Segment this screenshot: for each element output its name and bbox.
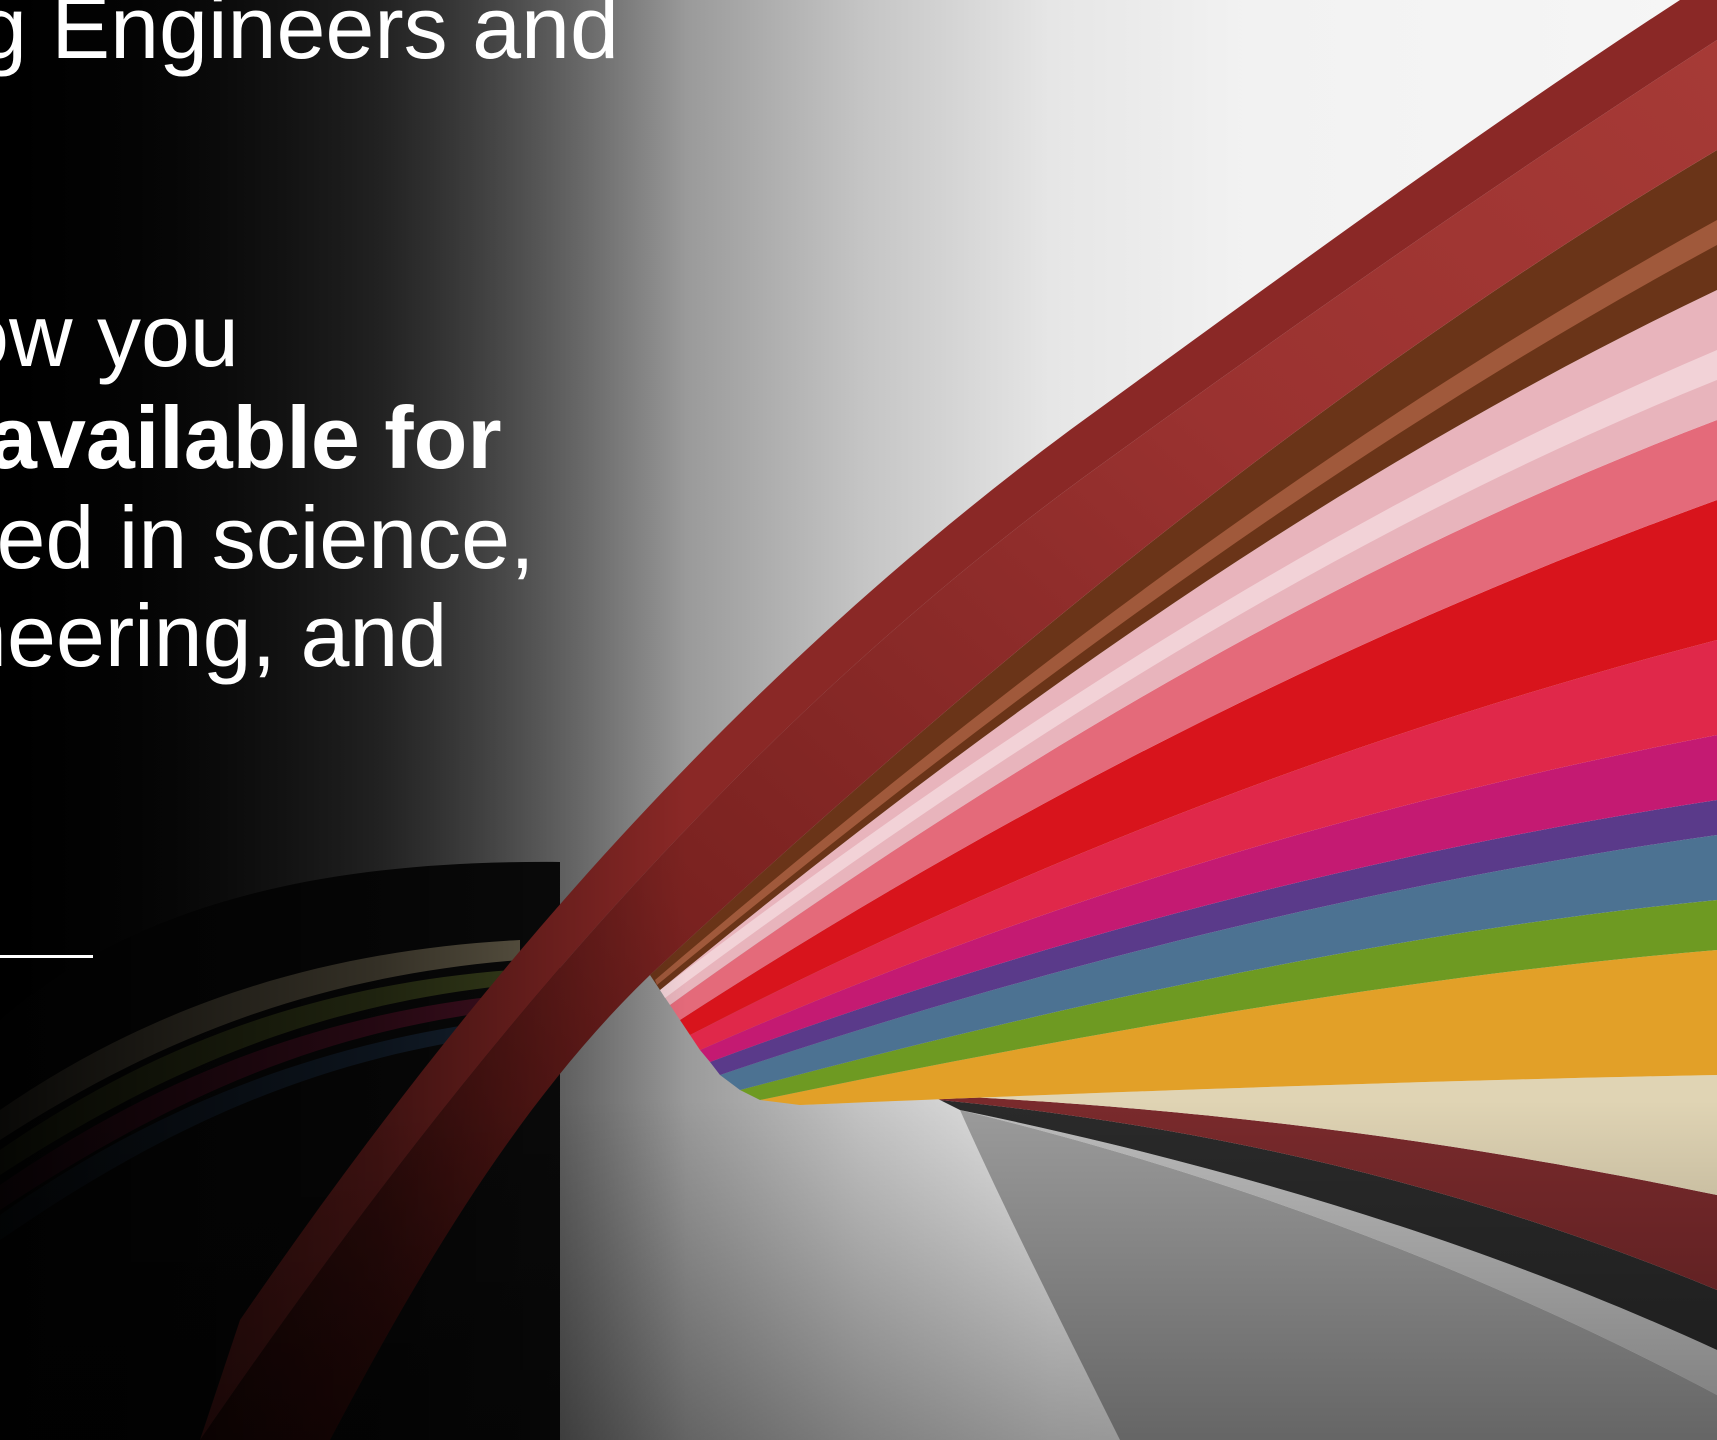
text-line-1: g Engineers and	[0, 0, 619, 77]
text-line-2: ow you	[0, 286, 239, 385]
bold-phrase: available for	[0, 388, 502, 487]
text-line-5: neering, and	[0, 586, 448, 685]
text-line-3: available for	[0, 388, 502, 488]
slide-text: g Engineers and ow you available for ted…	[0, 0, 1717, 1440]
divider-line	[0, 955, 93, 958]
slide: g Engineers and ow you available for ted…	[0, 0, 1717, 1440]
text-line-4: ted in science,	[0, 488, 535, 587]
